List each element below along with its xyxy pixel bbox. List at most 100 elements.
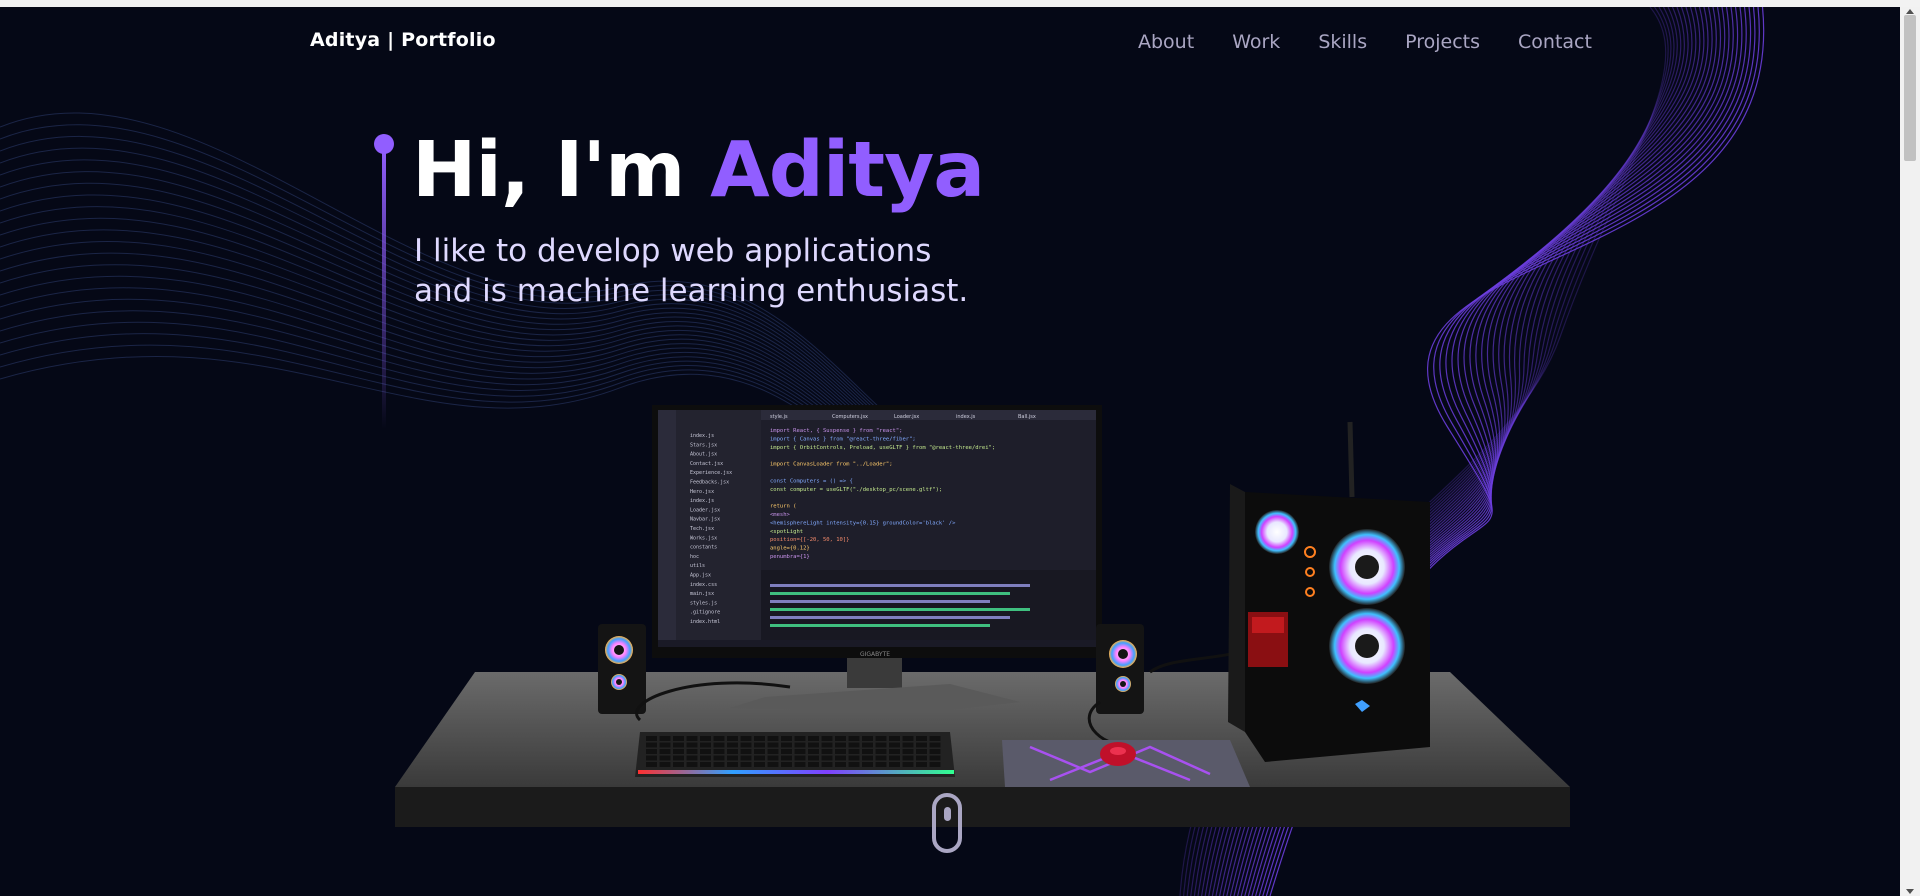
hero-subtitle-line2: and is machine learning enthusiast. [414,273,969,309]
code-line: <mesh> [770,512,791,518]
nav-link-work[interactable]: Work [1232,31,1280,53]
file-tree-item: Loader.jsx [690,507,720,513]
keyboard-key [862,749,873,754]
file-tree-item: Tech.jsx [690,526,714,532]
keyboard-key [835,742,846,748]
terminal-line [770,608,1030,611]
editor-statusbar [658,640,1096,647]
keyboard-key [700,749,711,754]
hero-vertical-line [382,147,386,429]
monitor-brand: GIGABYTE [860,651,890,658]
code-line: import CanvasLoader from "../Loader"; [770,462,893,468]
keyboard-key [862,742,873,748]
editor-tabbar [761,410,1096,420]
code-line: penumbra={1} [770,554,810,560]
scroll-down-arrow-icon[interactable] [1906,889,1914,894]
hero-title: Hi, I'm Aditya [412,126,985,215]
monitor-neck [847,658,902,688]
keyboard-key [889,749,900,754]
file-tree-item: Hero.jsx [690,489,714,495]
file-tree-item: index.css [690,582,717,588]
keyboard-key [754,755,765,761]
editor-sidebar [658,410,676,647]
nav-link-contact[interactable]: Contact [1518,31,1592,53]
keyboard-key [781,736,792,741]
keyboard-key [808,749,819,754]
file-tree-item: .gitignore [690,610,720,616]
terminal-line [770,600,990,603]
keyboard-key [700,736,711,741]
code-line: import React, { Suspense } from "react"; [770,428,902,434]
main-nav: About Work Skills Projects Contact [1138,31,1630,53]
keyboard-key [794,755,806,761]
right-speaker [1096,624,1144,714]
hero-subtitle-line1: I like to develop web applications [414,233,932,269]
file-tree-item: utils [690,563,705,569]
nav-link-skills[interactable]: Skills [1318,31,1367,53]
keyboard-key [862,762,873,767]
keyboard-key [916,749,927,754]
keyboard-key [700,755,711,761]
keyboard-key [727,736,738,741]
scrollbar-thumb[interactable] [1904,15,1916,161]
scroll-up-arrow-icon[interactable] [1906,9,1914,14]
keyboard-key [808,742,819,748]
keyboard-key [821,736,833,741]
editor-tab: Ball.jsx [1018,414,1036,420]
keyboard-key [740,755,752,761]
editor-tab: style.js [770,414,788,420]
terminal-line [770,616,1010,619]
file-tree-item: hoc [690,554,699,560]
keyboard-key [835,749,846,754]
keyboard-key [902,749,914,754]
keyboard-key [875,762,887,767]
nav-link-projects[interactable]: Projects [1405,31,1480,53]
code-line: angle={0.12} [770,546,810,552]
terminal-line [770,592,1010,595]
keyboard-key [835,736,846,741]
file-tree-item: Feedbacks.jsx [690,480,729,486]
keyboard-key [929,762,941,767]
site-logo[interactable]: Aditya | Portfolio [310,29,496,51]
keyboard-key [862,736,873,741]
keyboard-key [686,749,698,754]
keyboard-key [835,755,846,761]
keyboard-key [821,749,833,754]
keyboard-key [659,742,671,748]
keyboard-key [754,762,765,767]
desk-computer-scene[interactable]: index.js Stars.jsx About.jsx Contact.jsx Exp… [390,402,1590,852]
nav-link-about[interactable]: About [1138,31,1194,53]
keyboard-key [659,736,671,741]
left-speaker [598,624,646,714]
keyboard-key [916,755,927,761]
keyboard-key [673,762,684,767]
keyboard-key [659,749,671,754]
keyboard-key [673,755,684,761]
keyboard-key [794,736,806,741]
keyboard-key [740,742,752,748]
portfolio-page: Aditya | Portfolio About Work Skills Pro… [0,7,1900,896]
keyboard-key [916,736,927,741]
page-scrollbar[interactable] [1900,7,1920,896]
file-tree-item: About.jsx [690,452,717,458]
keyboard-key [889,742,900,748]
scroll-down-indicator[interactable] [932,793,962,853]
keyboard-key [929,755,941,761]
keyboard-key [889,762,900,767]
keyboard-key [916,762,927,767]
hero-name: Aditya [710,126,985,215]
code-line: import { Canvas } from "@react-three/fib… [770,436,916,442]
editor-tab: Computers.jsx [832,414,868,420]
keyboard-key [808,762,819,767]
keyboard-key [646,755,657,761]
keyboard-key [781,755,792,761]
keyboard-key [848,749,860,754]
keyboard-key [686,762,698,767]
keyboard-key [767,749,779,754]
keyboard-key [821,755,833,761]
keyboard-key [727,762,738,767]
terminal-line [770,624,990,627]
browser-top-strip [0,0,1920,7]
keyboard-key [740,762,752,767]
hero-greeting: Hi, I'm [412,126,711,215]
